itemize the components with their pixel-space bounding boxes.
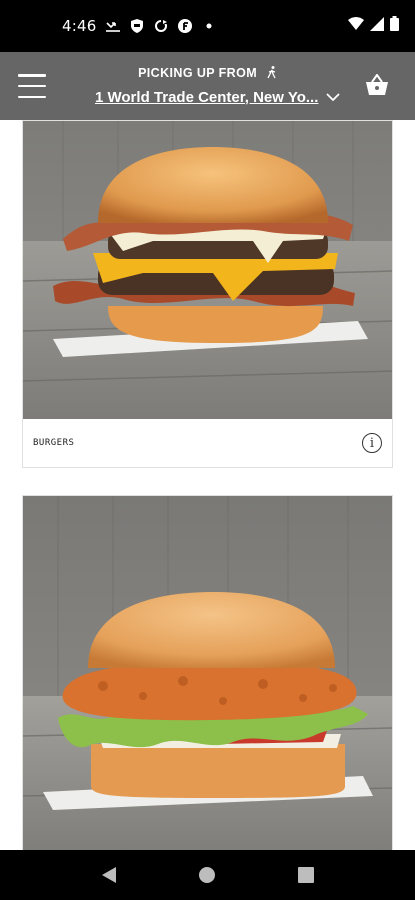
system-icons bbox=[348, 16, 399, 36]
info-button[interactable]: i bbox=[362, 433, 382, 453]
status-time: 4:46 bbox=[62, 17, 97, 35]
home-button[interactable] bbox=[192, 860, 222, 890]
recents-button[interactable] bbox=[291, 860, 321, 890]
app-header: PICKING UP FROM 1 World Trade Center, Ne… bbox=[0, 52, 415, 120]
sync-icon bbox=[154, 19, 168, 33]
menu-list[interactable]: BURGERS i bbox=[0, 120, 415, 850]
menu-icon-line bbox=[18, 95, 46, 98]
status-bar: 4:46 bbox=[0, 0, 415, 52]
pickup-label: PICKING UP FROM bbox=[0, 66, 415, 82]
system-nav-bar bbox=[0, 850, 415, 900]
walking-icon bbox=[267, 66, 277, 82]
notification-icons bbox=[106, 19, 216, 33]
home-icon bbox=[199, 867, 216, 883]
battery-icon bbox=[390, 16, 399, 36]
crispy-chicken-sandwich-photo bbox=[23, 496, 392, 850]
menu-card-footer: BURGERS i bbox=[23, 419, 392, 467]
signal-icon bbox=[370, 16, 384, 36]
menu-card[interactable]: BURGERS i bbox=[22, 120, 393, 468]
location-selector[interactable]: 1 World Trade Center, New Yo... bbox=[95, 88, 341, 106]
chevron-down-icon bbox=[326, 88, 341, 106]
dot-icon bbox=[202, 19, 216, 33]
info-icon: i bbox=[369, 435, 375, 451]
recents-icon bbox=[297, 867, 314, 883]
pickup-label-text: PICKING UP FROM bbox=[138, 66, 258, 80]
location-text: 1 World Trade Center, New Yo... bbox=[95, 88, 319, 106]
f-icon bbox=[178, 19, 193, 33]
menu-icon-line bbox=[18, 84, 46, 88]
back-button[interactable] bbox=[94, 860, 124, 890]
basket-icon bbox=[366, 73, 388, 95]
wifi-icon bbox=[348, 17, 364, 35]
basket-button[interactable] bbox=[365, 73, 389, 96]
missed-call-icon bbox=[106, 19, 121, 33]
shield-icon bbox=[130, 19, 144, 33]
menu-card[interactable] bbox=[22, 495, 393, 850]
menu-card-category: BURGERS bbox=[33, 438, 75, 448]
back-icon bbox=[102, 867, 117, 883]
bacon-cheeseburger-photo bbox=[23, 121, 392, 419]
